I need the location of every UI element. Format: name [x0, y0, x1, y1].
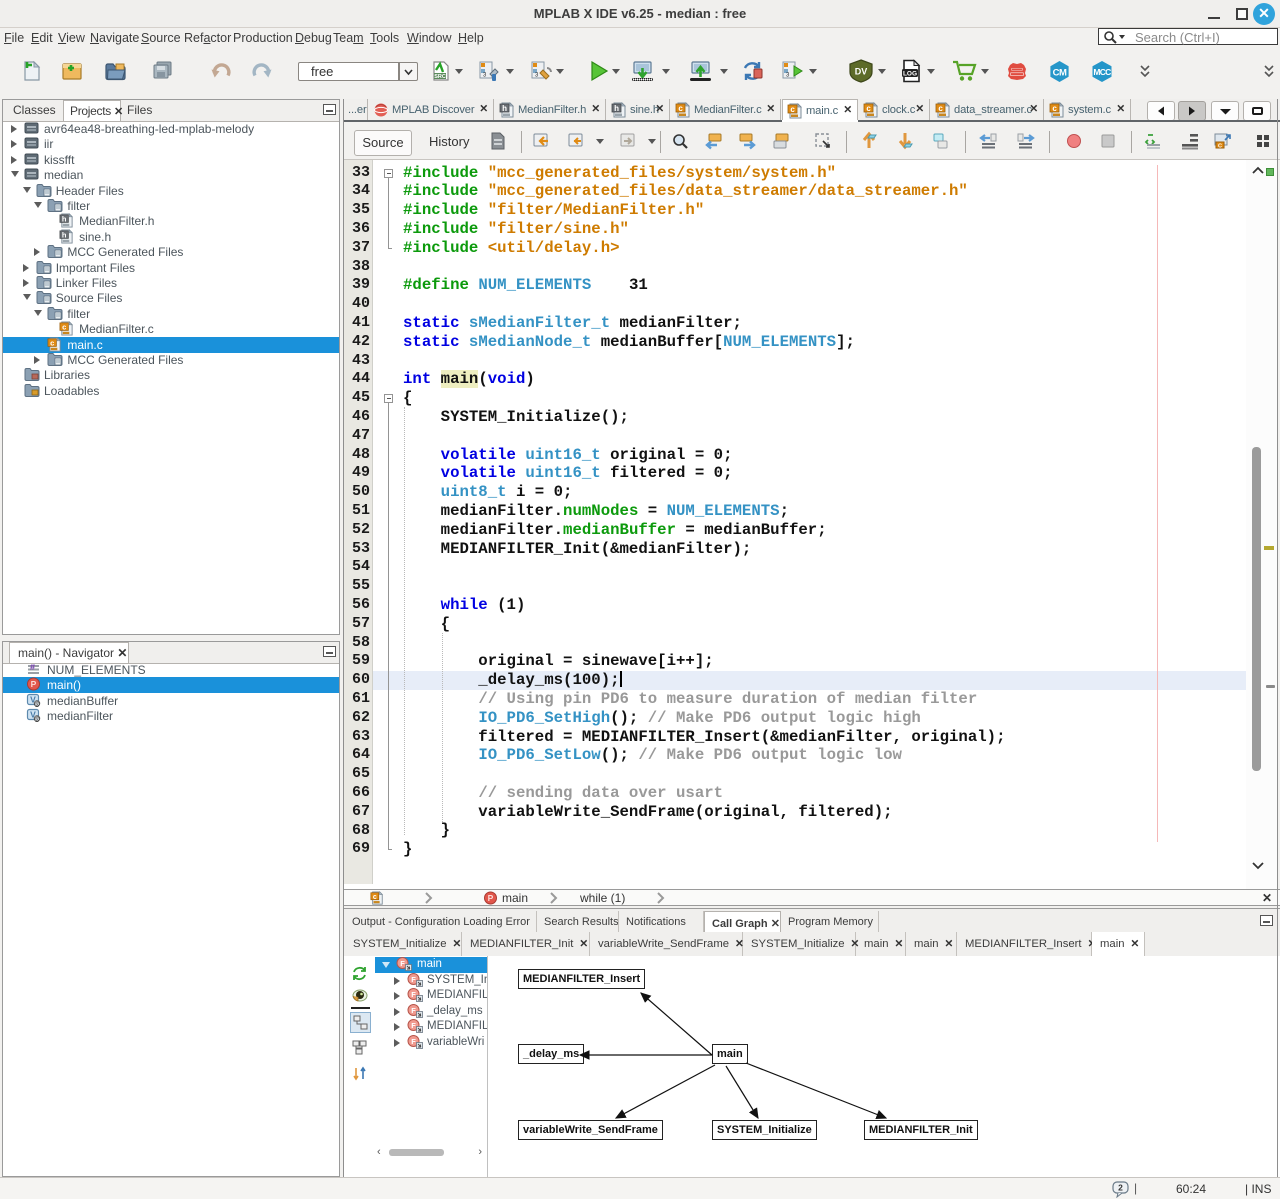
svg-text:F: F [411, 974, 416, 983]
svg-text:c: c [62, 323, 66, 332]
svg-text:F: F [411, 1005, 416, 1014]
svg-text:@: @ [34, 701, 40, 706]
svg-text:h: h [62, 230, 67, 239]
svg-text:c: c [50, 338, 54, 347]
svg-text:h: h [614, 104, 619, 113]
svg-text:c: c [938, 104, 943, 113]
svg-text:F: F [411, 1021, 416, 1030]
svg-text:DV: DV [855, 67, 868, 77]
svg-text:F: F [411, 1036, 416, 1045]
svg-text:h: h [502, 104, 507, 113]
svg-text:c: c [1052, 104, 1057, 113]
svg-text:SRC: SRC [434, 74, 446, 80]
svg-text:CM: CM [1053, 67, 1067, 78]
svg-text:F: F [411, 990, 416, 999]
svg-text:#: # [30, 664, 35, 672]
svg-text:P: P [31, 679, 37, 689]
svg-text:c: c [790, 105, 795, 114]
svg-text:F: F [400, 959, 405, 968]
svg-text:MCC: MCC [1093, 67, 1111, 77]
svg-text:@: @ [34, 717, 40, 722]
svg-text:P: P [488, 893, 494, 903]
svg-text:c: c [866, 104, 871, 113]
svg-text:LOG: LOG [903, 70, 917, 77]
svg-text:C: C [1218, 144, 1222, 150]
svg-text:h: h [62, 215, 67, 224]
svg-text:c: c [678, 104, 683, 113]
svg-text:2: 2 [1118, 1183, 1123, 1193]
svg-text:c: c [373, 894, 377, 901]
